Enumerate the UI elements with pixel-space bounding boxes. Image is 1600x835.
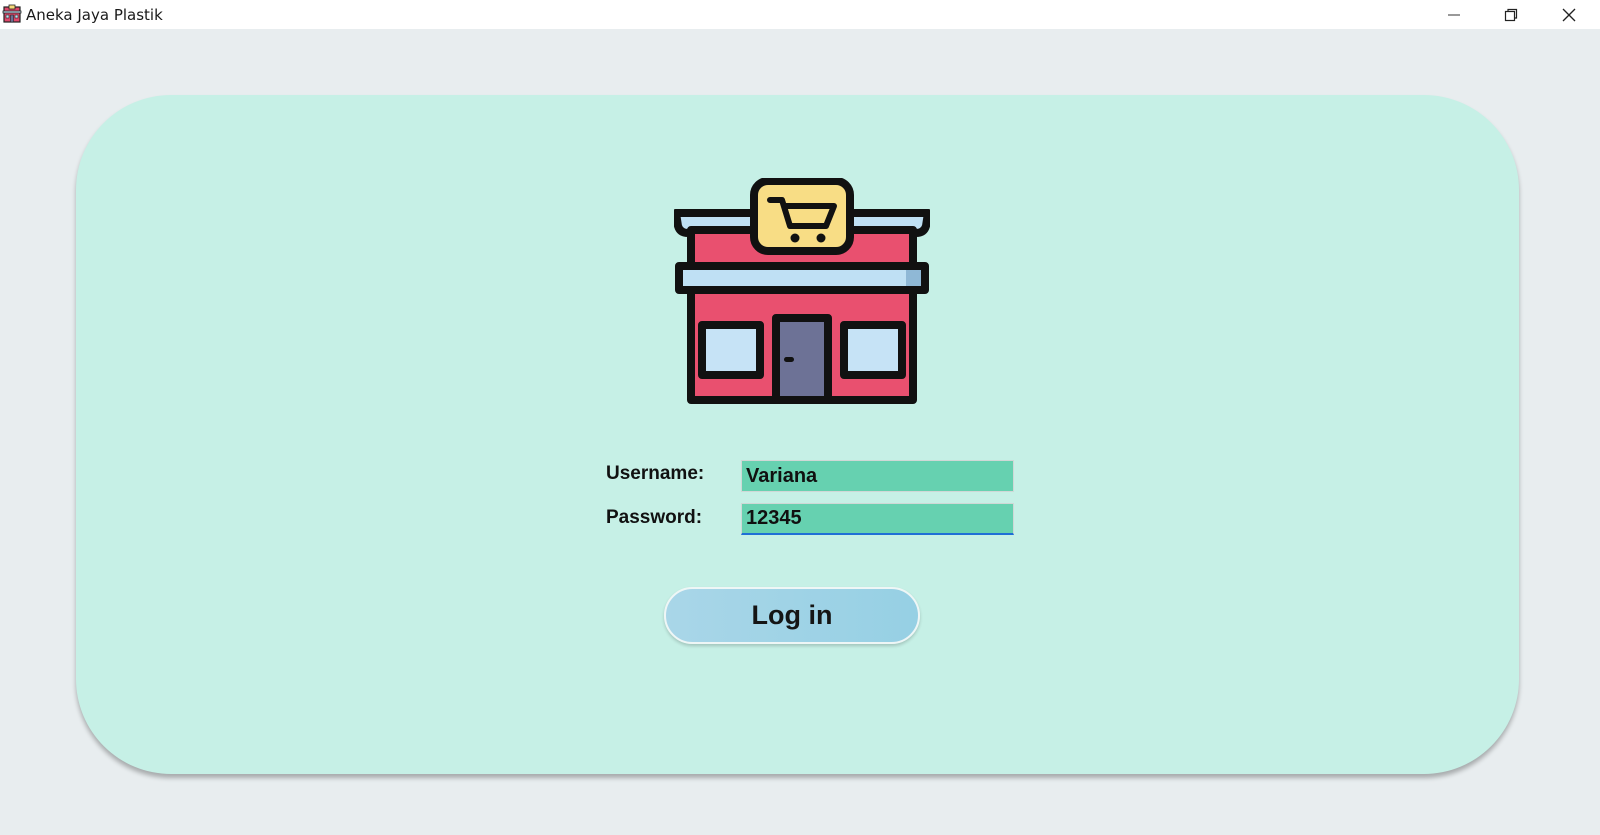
username-label: Username: bbox=[606, 463, 705, 484]
restore-icon bbox=[1504, 8, 1518, 21]
title-bar: Aneka Jaya Plastik bbox=[0, 0, 1600, 29]
password-input[interactable] bbox=[741, 503, 1014, 535]
restore-button[interactable] bbox=[1482, 0, 1540, 29]
login-button[interactable]: Log in bbox=[664, 587, 920, 644]
window-title: Aneka Jaya Plastik bbox=[26, 6, 163, 24]
store-icon bbox=[674, 178, 930, 404]
username-input[interactable] bbox=[741, 460, 1014, 492]
password-label: Password: bbox=[606, 507, 703, 528]
store-app-icon bbox=[2, 4, 22, 23]
minimize-button[interactable] bbox=[1425, 0, 1483, 29]
close-button[interactable] bbox=[1540, 0, 1598, 29]
minimize-icon bbox=[1448, 14, 1460, 15]
close-icon bbox=[1562, 8, 1576, 21]
